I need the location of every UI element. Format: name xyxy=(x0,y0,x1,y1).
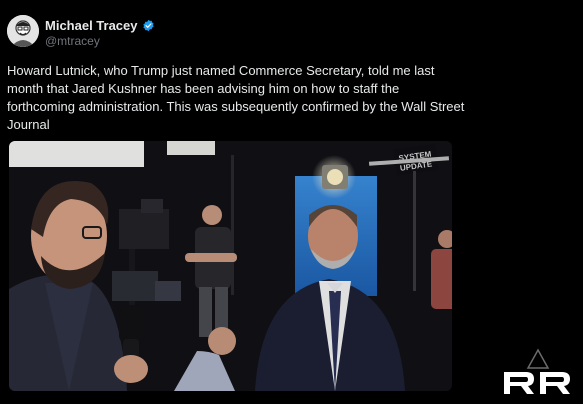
verified-badge-icon xyxy=(142,19,154,31)
video-player[interactable]: SYSTEM UPDATE xyxy=(9,141,452,391)
rr-logo-icon xyxy=(504,348,570,394)
video-frame: SYSTEM UPDATE xyxy=(9,141,452,391)
tweet-text: Howard Lutnick, who Trump just named Com… xyxy=(7,63,465,132)
rr-logo-watermark xyxy=(498,348,578,400)
tweet-header: Michael Tracey @mtracey xyxy=(7,14,567,50)
author-name-row[interactable]: Michael Tracey xyxy=(45,17,155,33)
avatar[interactable] xyxy=(7,15,39,47)
avatar-sketch-icon xyxy=(7,15,39,47)
author-handle[interactable]: @mtracey xyxy=(45,34,100,48)
author-display-name[interactable]: Michael Tracey xyxy=(45,18,138,33)
